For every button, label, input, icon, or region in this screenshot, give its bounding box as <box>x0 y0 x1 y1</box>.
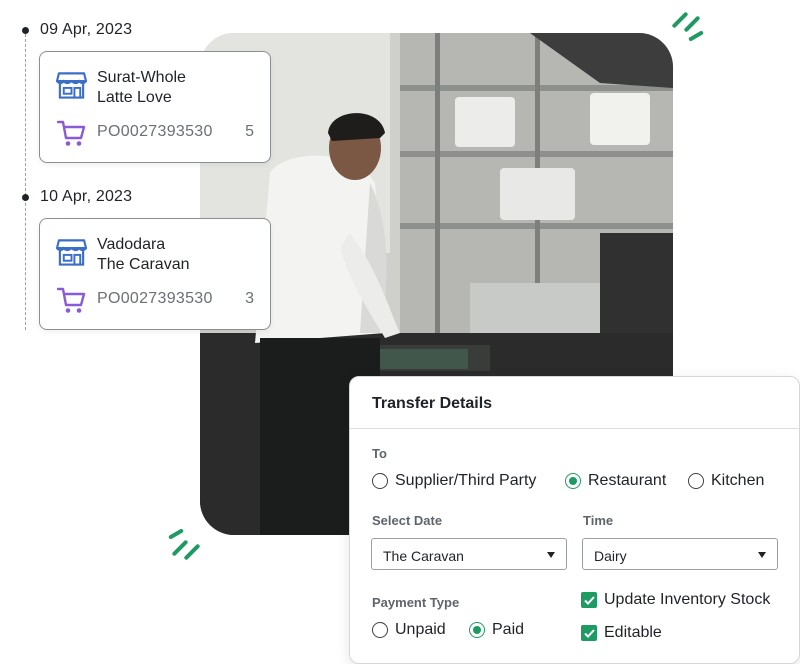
store-icon <box>56 239 87 266</box>
radio-indicator[interactable] <box>565 473 581 489</box>
timeline-dot <box>22 27 29 34</box>
order-store-name: Vadodara The Caravan <box>97 236 190 273</box>
checkmark-icon[interactable] <box>581 625 597 641</box>
transfer-details-card: Transfer Details To Supplier/Third Party… <box>349 376 800 664</box>
cart-icon <box>56 120 86 146</box>
checkbox-editable[interactable]: Editable <box>581 624 662 642</box>
order-card[interactable]: Vadodara The Caravan PO0027393530 3 <box>39 218 271 330</box>
order-quantity: 5 <box>245 123 254 140</box>
timeline-dot <box>22 194 29 201</box>
order-po-number: PO0027393530 <box>97 290 213 307</box>
chevron-down-icon <box>758 552 766 558</box>
radio-indicator[interactable] <box>688 473 704 489</box>
order-store-name: Surat-Whole Latte Love <box>97 69 186 106</box>
time-dropdown[interactable]: Dairy <box>582 538 778 570</box>
radio-kitchen[interactable]: Kitchen <box>688 472 764 490</box>
checkbox-update-inventory-stock[interactable]: Update Inventory Stock <box>581 591 770 609</box>
radio-indicator[interactable] <box>372 473 388 489</box>
radio-indicator[interactable] <box>469 622 485 638</box>
transfer-details-title: Transfer Details <box>350 377 799 429</box>
payment-type-label: Payment Type <box>372 595 460 610</box>
select-date-label: Select Date <box>372 513 443 528</box>
chevron-down-icon <box>547 552 555 558</box>
radio-restaurant[interactable]: Restaurant <box>565 472 666 490</box>
order-card[interactable]: Surat-Whole Latte Love PO0027393530 5 <box>39 51 271 163</box>
timeline-line <box>25 34 26 330</box>
radio-supplier-third-party[interactable]: Supplier/Third Party <box>372 472 536 490</box>
radio-paid[interactable]: Paid <box>469 621 524 639</box>
select-date-dropdown[interactable]: The Caravan <box>371 538 567 570</box>
order-po-number: PO0027393530 <box>97 123 213 140</box>
timeline-date: 10 Apr, 2023 <box>40 188 133 205</box>
decorative-dashes-bottom <box>168 526 208 566</box>
radio-indicator[interactable] <box>372 622 388 638</box>
radio-unpaid[interactable]: Unpaid <box>372 621 446 639</box>
to-label: To <box>372 446 387 461</box>
time-label: Time <box>583 513 614 528</box>
store-icon <box>56 72 87 99</box>
cart-icon <box>56 287 86 313</box>
checkmark-icon[interactable] <box>581 592 597 608</box>
decorative-dashes-top <box>668 6 708 46</box>
order-quantity: 3 <box>245 290 254 307</box>
timeline-date: 09 Apr, 2023 <box>40 21 133 38</box>
